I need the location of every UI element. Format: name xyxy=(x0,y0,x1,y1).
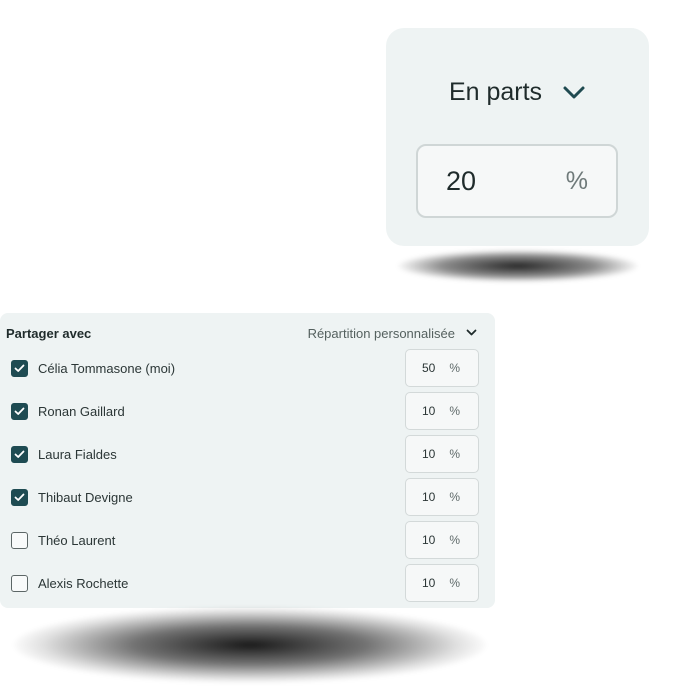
person-share-input[interactable]: 50% xyxy=(405,349,479,387)
person-checkbox[interactable] xyxy=(11,488,28,506)
percent-icon: % xyxy=(449,490,461,504)
chevron-down-icon xyxy=(562,85,586,101)
person-row: Laura Fialdes 10% xyxy=(11,435,479,473)
panel-title: Partager avec xyxy=(6,325,92,341)
panel-shadow xyxy=(14,607,486,683)
checkmark-icon xyxy=(14,450,25,458)
person-name: Théo Laurent xyxy=(38,532,116,548)
person-row: Célia Tommasone (moi) 50% xyxy=(11,349,479,387)
percent-icon: % xyxy=(449,576,461,590)
share-percent-value: 20 xyxy=(446,165,477,196)
person-checkbox[interactable] xyxy=(11,402,28,420)
percent-icon: % xyxy=(449,361,461,375)
percent-icon: % xyxy=(565,166,588,195)
person-share-input[interactable]: 10% xyxy=(405,564,479,602)
split-type-label: En parts xyxy=(448,78,543,106)
share-percent-input[interactable]: 20 % xyxy=(416,144,618,218)
chevron-down-icon xyxy=(466,329,477,337)
person-name: Ronan Gaillard xyxy=(38,403,125,419)
person-checkbox[interactable] xyxy=(11,359,28,377)
split-mode-label: Répartition personnalisée xyxy=(307,325,455,341)
person-row: Thibaut Devigne 10% xyxy=(11,478,479,516)
share-panel-header: Partager avec Répartition personnalisée xyxy=(6,323,477,343)
person-row: Théo Laurent 10% xyxy=(11,521,479,559)
percent-icon: % xyxy=(449,404,461,418)
person-checkbox[interactable] xyxy=(11,574,28,592)
person-checkbox[interactable] xyxy=(11,531,28,549)
stage: En parts 20 % Partager avec Répartition … xyxy=(0,0,700,700)
percent-icon: % xyxy=(449,447,461,461)
person-name: Thibaut Devigne xyxy=(38,489,133,505)
person-share-value: 10 xyxy=(422,576,436,590)
checkmark-icon xyxy=(14,364,25,372)
share-panel: Partager avec Répartition personnalisée … xyxy=(0,313,495,608)
person-share-input[interactable]: 10% xyxy=(405,478,479,516)
person-name: Célia Tommasone (moi) xyxy=(38,360,176,376)
person-share-input[interactable]: 10% xyxy=(405,435,479,473)
person-row: Alexis Rochette 10% xyxy=(11,564,479,602)
person-share-value: 50 xyxy=(422,361,436,375)
person-share-value: 10 xyxy=(422,490,436,504)
person-share-value: 10 xyxy=(422,404,436,418)
person-share-value: 10 xyxy=(422,533,436,547)
person-name: Laura Fialdes xyxy=(38,446,117,462)
person-name: Alexis Rochette xyxy=(38,575,129,591)
person-share-input[interactable]: 10% xyxy=(405,392,479,430)
checkmark-icon xyxy=(14,493,25,501)
split-mode-dropdown[interactable]: Répartition personnalisée xyxy=(308,326,477,341)
card-shadow xyxy=(398,250,638,282)
split-type-dropdown[interactable]: En parts xyxy=(386,78,649,107)
person-checkbox[interactable] xyxy=(11,445,28,463)
percent-icon: % xyxy=(449,533,461,547)
zoomed-split-card: En parts 20 % xyxy=(386,28,649,246)
person-row: Ronan Gaillard 10% xyxy=(11,392,479,430)
person-share-input[interactable]: 10% xyxy=(405,521,479,559)
person-share-value: 10 xyxy=(422,447,436,461)
checkmark-icon xyxy=(14,407,25,415)
